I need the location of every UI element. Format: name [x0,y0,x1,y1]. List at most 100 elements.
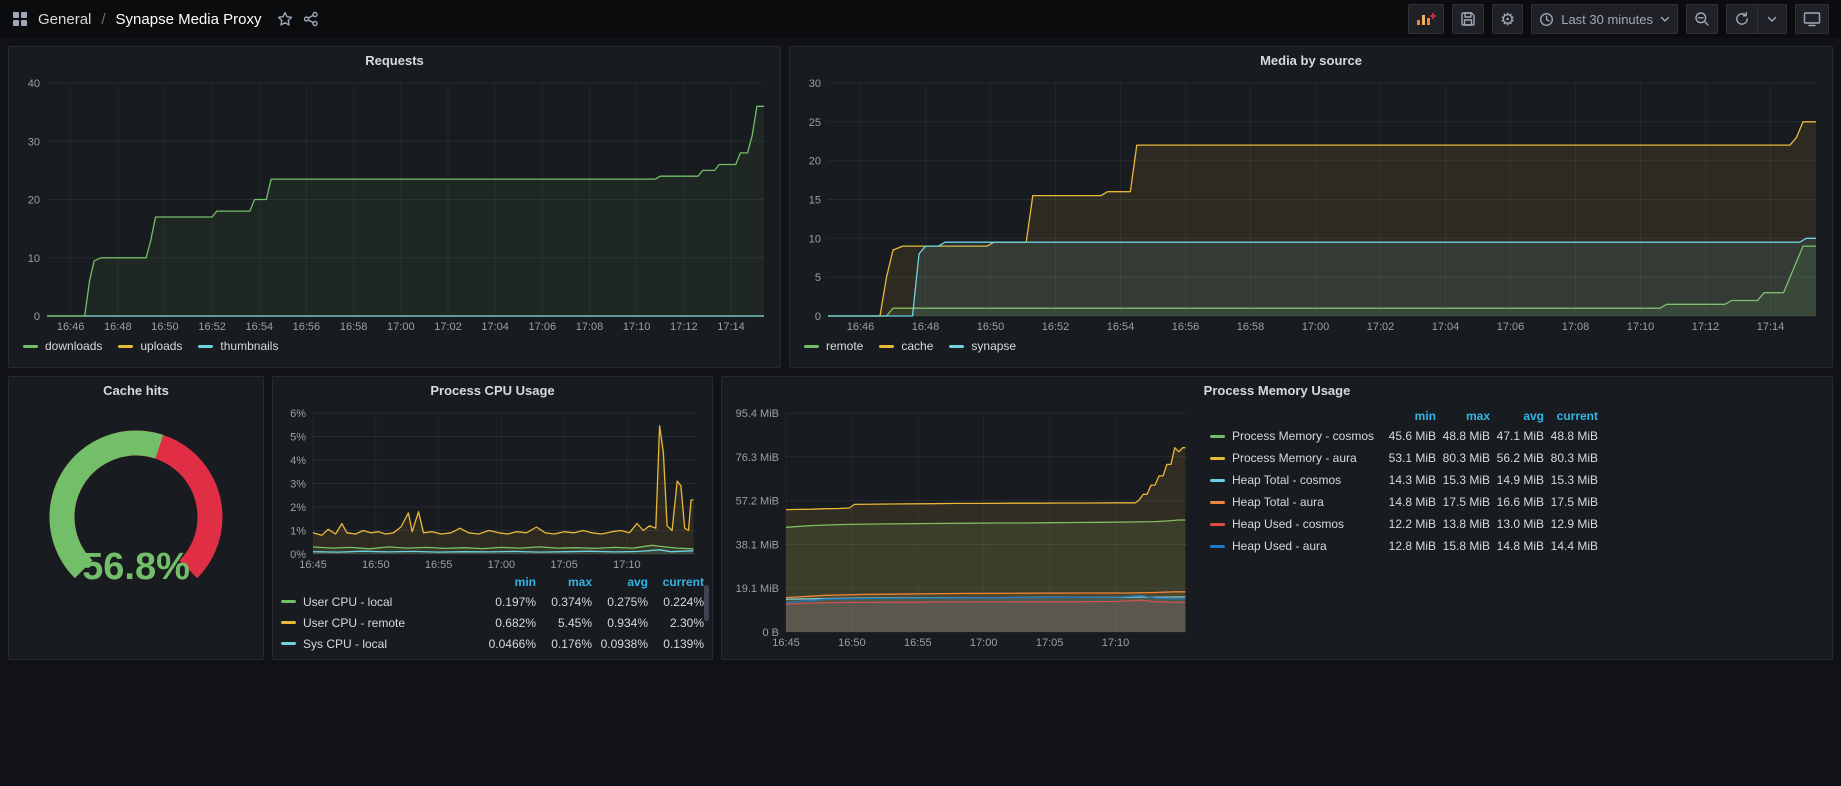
memory-legend-row[interactable]: Process Memory - cosmos 45.6 MiB 48.8 Mi… [1202,425,1606,447]
col-max[interactable]: max [1436,409,1490,423]
cpu-legend-row[interactable]: Sys CPU - local 0.0466% 0.176% 0.0938% 0… [273,633,712,654]
svg-text:4%: 4% [290,455,306,467]
series-avg: 0.275% [592,595,648,609]
svg-text:10: 10 [28,253,40,265]
legend-item[interactable]: synapse [949,339,1016,353]
svg-text:16:52: 16:52 [1042,321,1070,333]
memory-legend-row[interactable]: Heap Used - aura 12.8 MiB 15.8 MiB 14.8 … [1202,535,1606,557]
dashboard-title[interactable]: Synapse Media Proxy [116,11,262,28]
legend-label: remote [826,339,863,353]
svg-text:17:10: 17:10 [623,321,651,333]
panel-requests-title[interactable]: Requests [9,47,780,73]
requests-chart[interactable]: 16:4616:4816:5016:5216:5416:5616:5817:00… [17,73,774,335]
svg-text:17:04: 17:04 [481,321,509,333]
legend-swatch [198,345,213,348]
dashboard-settings-button[interactable]: ⚙ [1492,4,1523,34]
add-panel-button[interactable] [1408,4,1444,34]
memory-legend-row[interactable]: Process Memory - aura 53.1 MiB 80.3 MiB … [1202,447,1606,469]
cpu-legend-row[interactable]: User CPU - local 0.197% 0.374% 0.275% 0.… [273,591,712,612]
series-avg: 56.2 MiB [1490,451,1544,465]
col-min[interactable]: min [1382,409,1436,423]
share-icon[interactable] [303,11,319,27]
navbar-actions: ⚙ Last 30 minutes [1408,4,1829,34]
col-max[interactable]: max [536,575,592,589]
memory-legend-row[interactable]: Heap Total - cosmos 14.3 MiB 15.3 MiB 14… [1202,469,1606,491]
legend-swatch [1210,523,1225,526]
series-current: 0.224% [648,595,704,609]
series-max: 48.8 MiB [1436,429,1490,443]
cpu-legend-header: min max avg current [273,573,712,591]
legend-scrollbar-thumb[interactable] [704,585,709,621]
legend-label: synapse [971,339,1016,353]
panel-memory-title[interactable]: Process Memory Usage [722,377,1832,403]
memory-legend-row[interactable]: Heap Used - cosmos 12.2 MiB 13.8 MiB 13.… [1202,513,1606,535]
memory-legend-table: min max avg current Process Memory - cos… [1202,407,1606,557]
svg-text:10: 10 [809,233,821,245]
panel-cpu-title[interactable]: Process CPU Usage [273,377,712,403]
panel-media-title[interactable]: Media by source [790,47,1832,73]
legend-label: cache [901,339,933,353]
svg-text:16:46: 16:46 [847,321,875,333]
zoom-out-time-button[interactable] [1686,4,1718,34]
series-min: 0.682% [480,616,536,630]
cpu-legend-row[interactable]: User CPU - remote 0.682% 5.45% 0.934% 2.… [273,612,712,633]
svg-text:17:14: 17:14 [717,321,745,333]
legend-item[interactable]: downloads [23,339,102,353]
legend-swatch [1210,501,1225,504]
svg-text:19.1 MiB: 19.1 MiB [736,583,779,595]
legend-swatch [281,600,296,603]
cache-hits-gauge-wrap: 56.8% [9,417,263,627]
series-min: 45.6 MiB [1382,429,1436,443]
svg-text:17:00: 17:00 [970,637,998,649]
svg-text:15: 15 [809,195,821,207]
svg-text:20: 20 [809,156,821,168]
svg-text:17:08: 17:08 [1562,321,1590,333]
refresh-button[interactable] [1726,4,1757,34]
time-range-picker[interactable]: Last 30 minutes [1531,4,1678,34]
series-min: 0.197% [480,595,536,609]
series-avg: 0.0938% [592,637,648,651]
col-avg[interactable]: avg [592,575,648,589]
process-memory-chart[interactable]: 16:4516:5016:5517:0017:0517:100 B19.1 Mi… [730,403,1198,651]
svg-text:3%: 3% [290,479,306,491]
svg-text:17:10: 17:10 [1627,321,1655,333]
panel-requests: Requests 16:4616:4816:5016:5216:5416:561… [8,46,781,368]
save-dashboard-button[interactable] [1452,4,1484,34]
series-avg: 47.1 MiB [1490,429,1544,443]
star-icon[interactable] [277,11,293,27]
breadcrumb-folder[interactable]: General [38,11,91,28]
svg-text:17:04: 17:04 [1432,321,1460,333]
col-avg[interactable]: avg [1490,409,1544,423]
panel-cache-hits-title[interactable]: Cache hits [9,377,263,403]
col-min[interactable]: min [480,575,536,589]
svg-text:17:10: 17:10 [1102,637,1130,649]
series-min: 12.8 MiB [1382,539,1436,553]
legend-label: downloads [45,339,102,353]
series-min: 12.2 MiB [1382,517,1436,531]
apps-grid-icon[interactable] [12,11,28,27]
media-by-source-chart[interactable]: 16:4616:4816:5016:5216:5416:5616:5817:00… [798,73,1826,335]
memory-legend-row[interactable]: Heap Total - aura 14.8 MiB 17.5 MiB 16.6… [1202,491,1606,513]
legend-swatch [804,345,819,348]
legend-item[interactable]: cache [879,339,933,353]
chevron-down-icon [1660,16,1670,23]
refresh-interval-dropdown[interactable] [1757,4,1787,34]
col-current[interactable]: current [1544,409,1598,423]
svg-text:16:56: 16:56 [1172,321,1200,333]
legend-swatch [281,621,296,624]
col-current[interactable]: current [648,575,704,589]
process-cpu-chart[interactable]: 16:4516:5016:5517:0017:0517:100%1%2%3%4%… [281,403,706,573]
svg-text:0 B: 0 B [762,627,779,639]
legend-item[interactable]: thumbnails [198,339,278,353]
series-min: 53.1 MiB [1382,451,1436,465]
cycle-view-mode-button[interactable] [1795,4,1829,34]
svg-text:0: 0 [34,311,40,323]
series-label: User CPU - remote [303,616,405,630]
svg-text:1%: 1% [290,526,306,538]
svg-text:16:48: 16:48 [912,321,940,333]
series-max: 13.8 MiB [1436,517,1490,531]
series-current: 12.9 MiB [1544,517,1598,531]
legend-item[interactable]: remote [804,339,863,353]
memory-legend-rows: Process Memory - cosmos 45.6 MiB 48.8 Mi… [1202,425,1606,557]
legend-item[interactable]: uploads [118,339,182,353]
